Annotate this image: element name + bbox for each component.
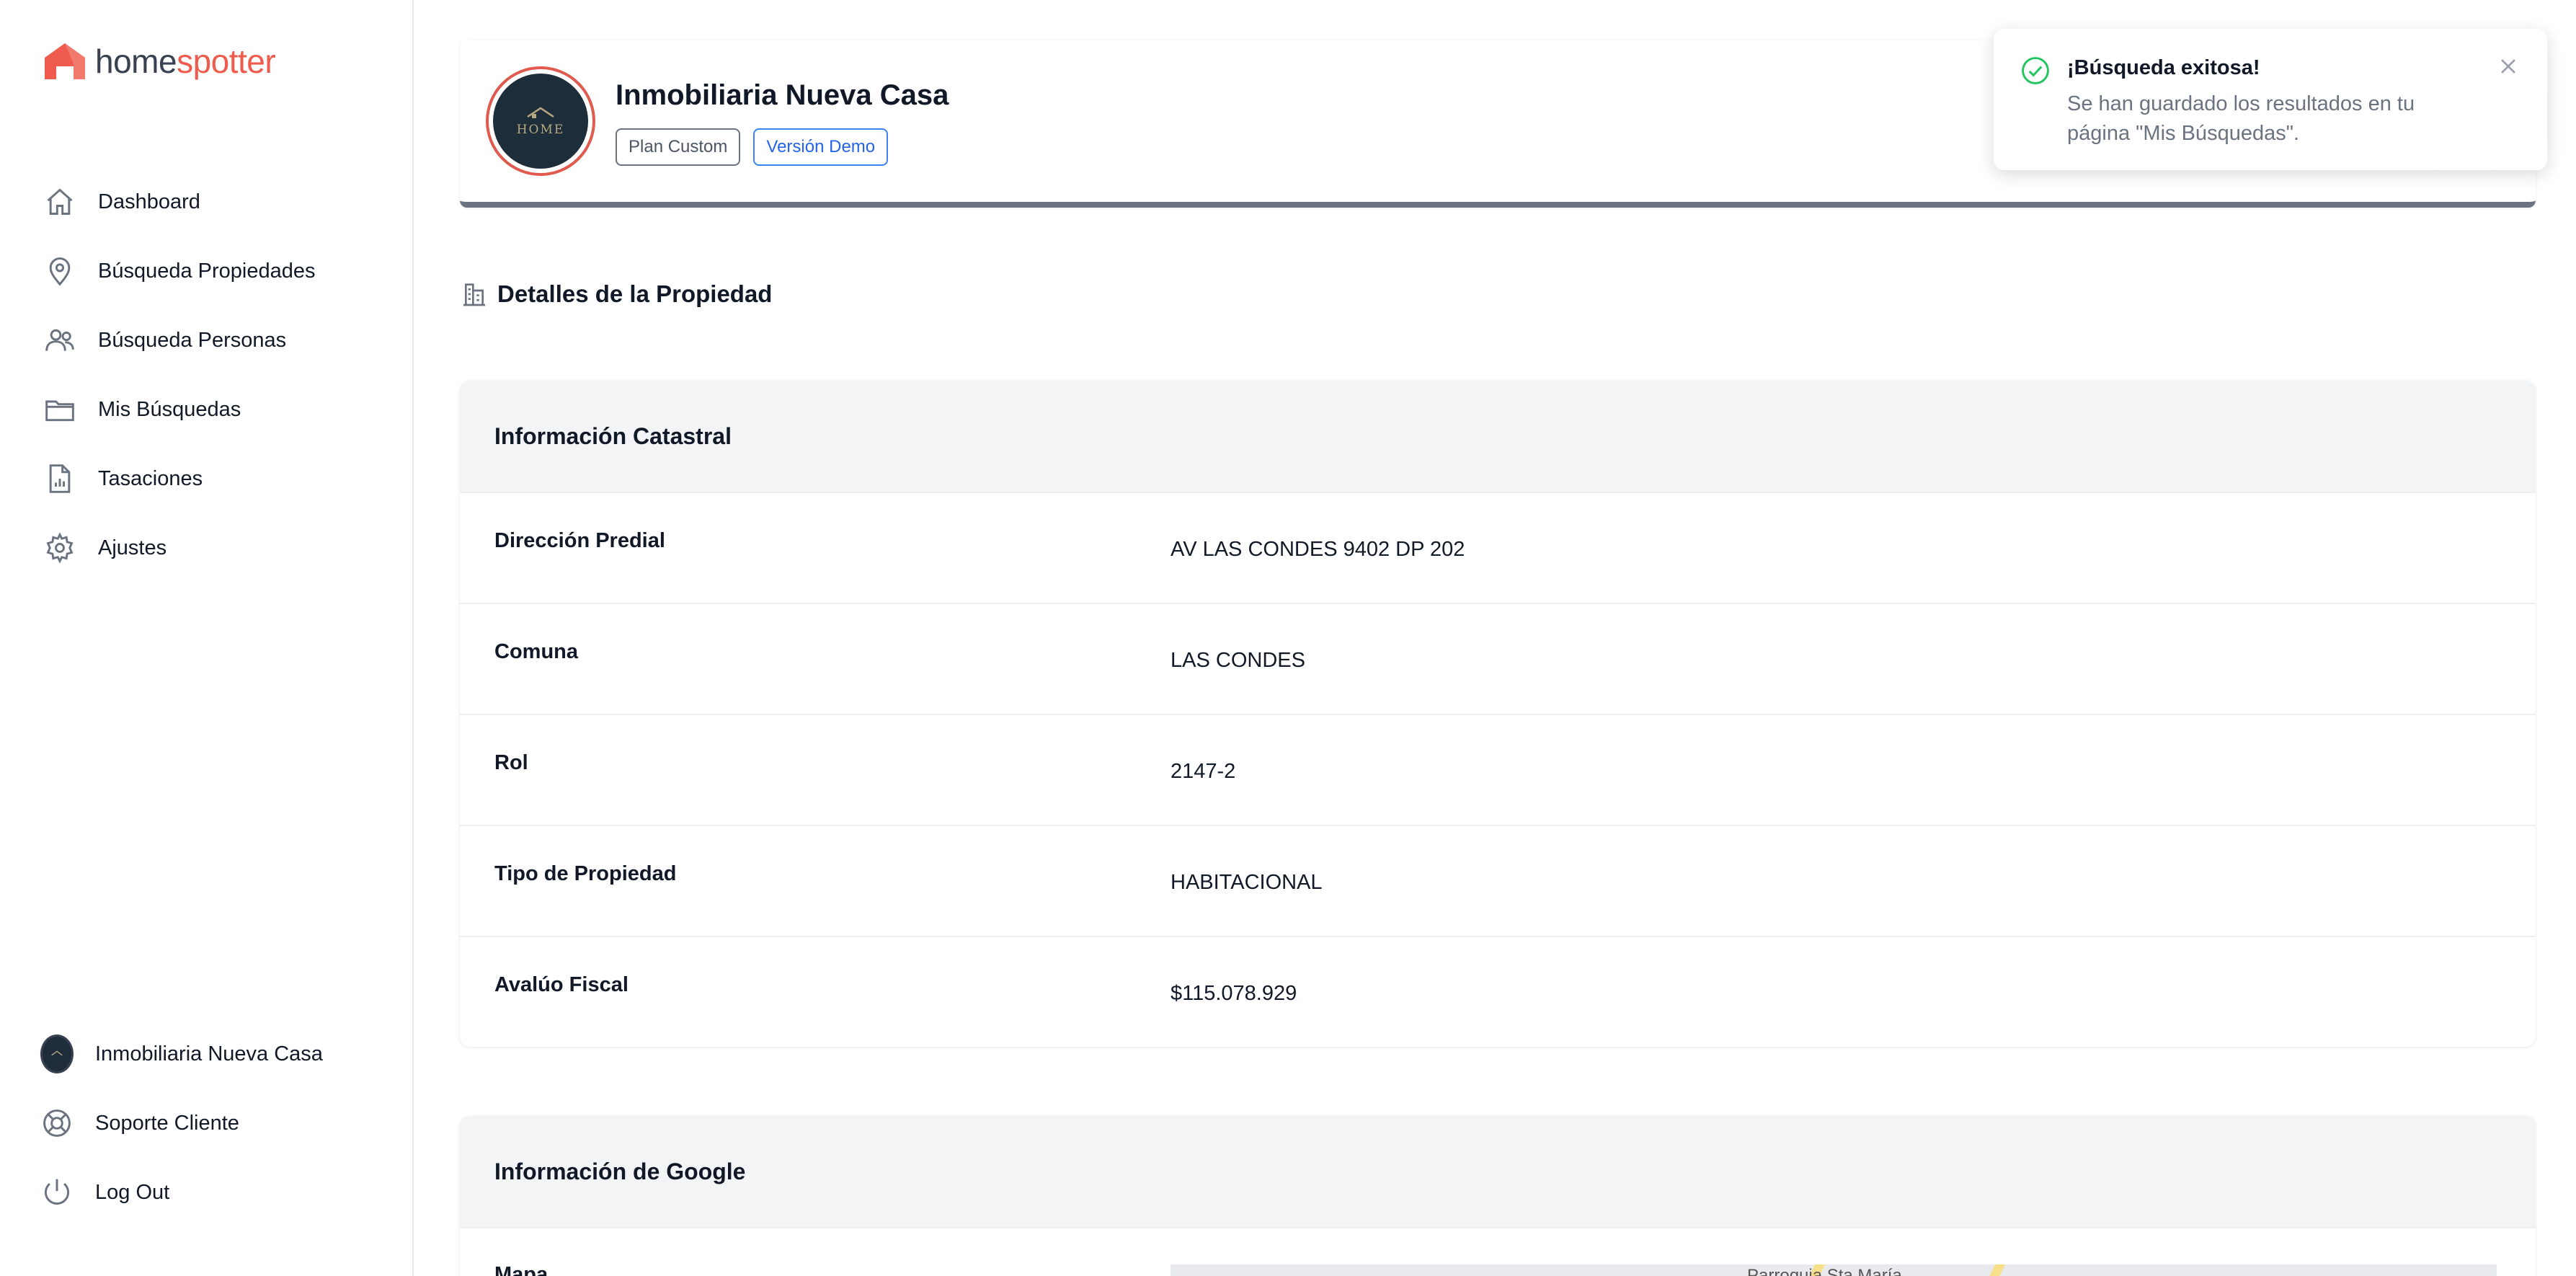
row-value: LAS CONDES xyxy=(1171,649,1305,672)
row-value: 2147-2 xyxy=(1171,760,1236,783)
logo-text-part2: spotter xyxy=(177,43,276,80)
building-icon xyxy=(463,283,485,306)
table-row: Comuna LAS CONDES xyxy=(460,603,2536,714)
map-road xyxy=(1975,1264,2005,1276)
sidebar-item-soporte[interactable]: Soporte Cliente xyxy=(40,1089,323,1158)
plan-badge: Plan Custom xyxy=(616,128,741,166)
sidebar-item-mis-busquedas[interactable]: Mis Búsquedas xyxy=(43,375,316,444)
document-chart-icon xyxy=(43,462,76,495)
sidebar-item-account[interactable]: Inmobiliaria Nueva Casa xyxy=(40,1019,323,1089)
toast-title: ¡Búsqueda exitosa! xyxy=(2067,56,2260,79)
check-circle-icon xyxy=(2022,57,2049,84)
sidebar-item-label: Tasaciones xyxy=(98,466,203,490)
company-avatar-text: HOME xyxy=(516,123,565,137)
sidebar-item-busqueda-propiedades[interactable]: Búsqueda Propiedades xyxy=(43,236,316,306)
table-row: Rol 2147-2 xyxy=(460,714,2536,825)
sidebar-item-busqueda-personas[interactable]: Búsqueda Personas xyxy=(43,306,316,375)
folder-icon xyxy=(43,393,76,426)
toast-message: Se han guardado los resultados en tu pág… xyxy=(2067,92,2415,145)
google-title: Información de Google xyxy=(460,1116,2536,1227)
demo-badge: Versión Demo xyxy=(753,128,889,166)
page-title: Detalles de la Propiedad xyxy=(460,280,772,309)
success-toast: ¡Búsqueda exitosa! Se han guardado los r… xyxy=(1994,29,2547,170)
home-icon xyxy=(43,185,76,218)
map-preview[interactable]: Parroquia Sta María xyxy=(1171,1264,2497,1276)
sidebar-item-label: Ajustes xyxy=(98,536,167,559)
lifebuoy-icon xyxy=(40,1107,74,1140)
logo-mark-icon xyxy=(45,43,85,79)
row-key: Rol xyxy=(494,751,528,774)
row-key: Avalúo Fiscal xyxy=(494,973,629,996)
catastral-title: Información Catastral xyxy=(460,381,2536,492)
google-card: Información de Google Mapa Parroquia Sta… xyxy=(460,1116,2536,1276)
map-pin-icon xyxy=(43,254,76,288)
catastral-card: Información Catastral Dirección Predial … xyxy=(460,381,2536,1047)
sidebar-item-dashboard[interactable]: Dashboard xyxy=(43,167,316,236)
sidebar: homespotter Dashboard Búsqueda Propiedad… xyxy=(0,0,414,1276)
section-title-text: Detalles de la Propiedad xyxy=(497,280,773,307)
sidebar-bottom: Inmobiliaria Nueva Casa Soporte Cliente … xyxy=(40,1019,323,1227)
sidebar-item-label: Log Out xyxy=(95,1180,170,1204)
logo[interactable]: homespotter xyxy=(43,42,276,81)
row-value: AV LAS CONDES 9402 DP 202 xyxy=(1171,538,1465,561)
logo-text-part1: home xyxy=(95,43,177,80)
sidebar-item-logout[interactable]: Log Out xyxy=(40,1158,323,1227)
avatar xyxy=(40,1034,74,1073)
roof-icon xyxy=(527,107,554,118)
sidebar-item-label: Mis Búsquedas xyxy=(98,397,241,421)
sidebar-item-label: Inmobiliaria Nueva Casa xyxy=(95,1042,323,1065)
sidebar-item-ajustes[interactable]: Ajustes xyxy=(43,513,316,582)
logo-text: homespotter xyxy=(95,43,276,80)
sidebar-item-label: Búsqueda Personas xyxy=(98,328,287,352)
map-place-label: Parroquia Sta María xyxy=(1747,1266,1902,1276)
power-icon xyxy=(40,1176,74,1209)
gear-icon xyxy=(43,531,76,564)
sidebar-item-label: Soporte Cliente xyxy=(95,1111,239,1135)
table-row: Dirección Predial AV LAS CONDES 9402 DP … xyxy=(460,492,2536,603)
table-row: Mapa Parroquia Sta María xyxy=(460,1227,2536,1276)
main-content: HOME Inmobiliaria Nueva Casa Plan Custom… xyxy=(414,0,2576,1276)
table-row: Tipo de Propiedad HABITACIONAL xyxy=(460,825,2536,936)
row-key: Tipo de Propiedad xyxy=(494,862,677,885)
row-value: $115.078.929 xyxy=(1171,982,1297,1005)
sidebar-nav: Dashboard Búsqueda Propiedades Búsqueda … xyxy=(43,167,316,582)
plan-badges: Plan Custom Versión Demo xyxy=(616,128,889,166)
row-value: HABITACIONAL xyxy=(1171,871,1323,894)
row-key: Mapa xyxy=(494,1263,548,1276)
table-row: Avalúo Fiscal $115.078.929 xyxy=(460,936,2536,1047)
close-icon[interactable] xyxy=(2495,53,2521,79)
sidebar-item-tasaciones[interactable]: Tasaciones xyxy=(43,444,316,513)
app: homespotter Dashboard Búsqueda Propiedad… xyxy=(0,0,2576,1276)
sidebar-item-label: Búsqueda Propiedades xyxy=(98,259,316,283)
sidebar-item-label: Dashboard xyxy=(98,190,200,213)
row-key: Comuna xyxy=(494,640,578,663)
company-avatar: HOME xyxy=(486,66,595,176)
row-key: Dirección Predial xyxy=(494,529,665,552)
users-icon xyxy=(43,324,76,357)
company-name: Inmobiliaria Nueva Casa xyxy=(616,79,949,111)
